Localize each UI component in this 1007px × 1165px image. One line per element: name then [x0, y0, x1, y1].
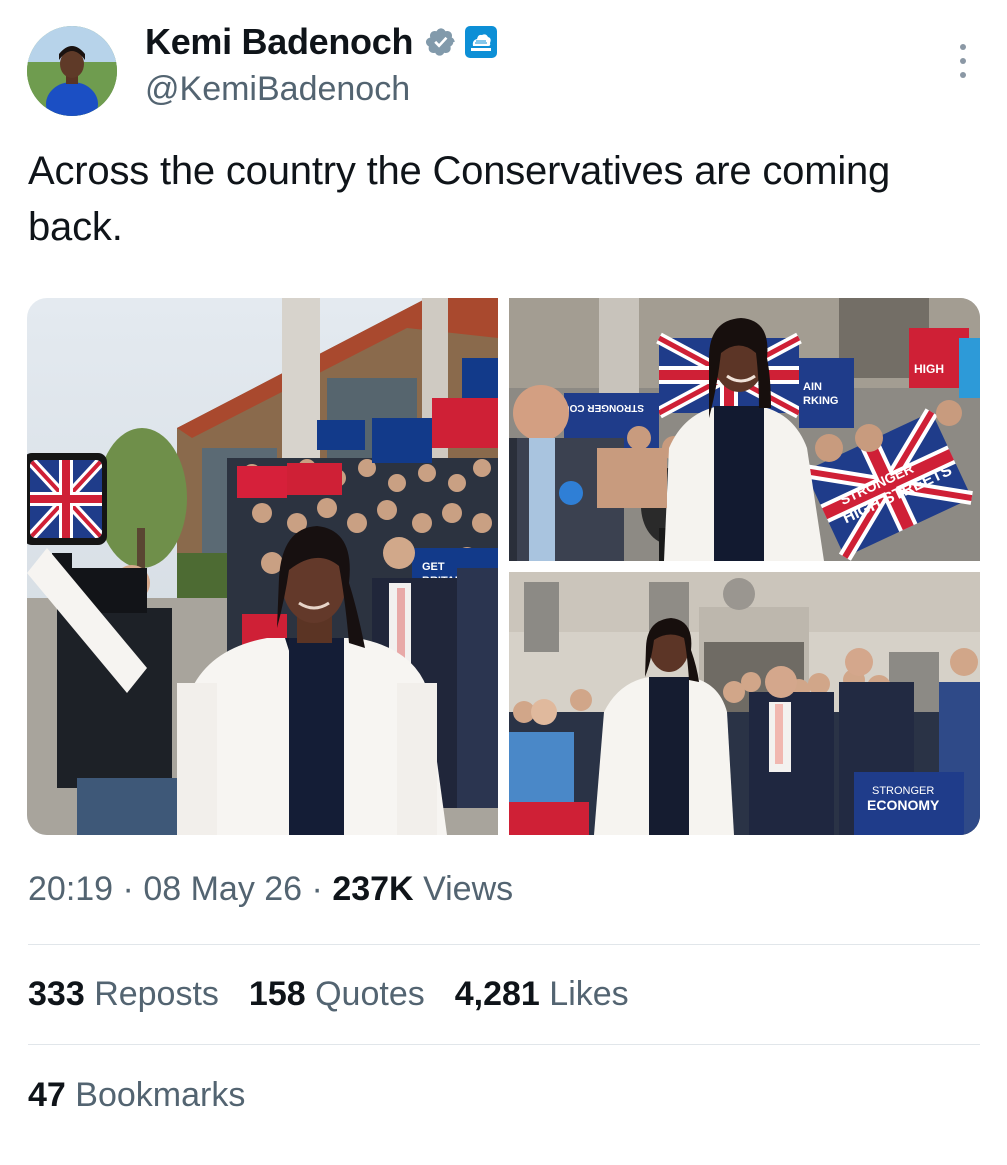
views-count: 237K — [332, 870, 414, 908]
bookmarks-label: Bookmarks — [75, 1076, 246, 1114]
conservative-tree-icon[interactable] — [465, 26, 498, 58]
quotes-label: Quotes — [315, 975, 425, 1013]
reposts-count: 333 — [28, 975, 85, 1013]
avatar-portrait — [27, 26, 117, 116]
tweet-time[interactable]: 20:19 — [28, 870, 113, 908]
more-options-icon[interactable] — [954, 44, 972, 78]
engagement-stats: 333 Reposts 158 Quotes 4,281 Likes — [28, 975, 659, 1014]
bookmarks-stat[interactable]: 47 Bookmarks — [28, 1076, 245, 1115]
avatar[interactable] — [27, 26, 117, 116]
bookmarks-count: 47 — [28, 1076, 66, 1114]
tree-logo-icon — [471, 34, 492, 51]
likes-label: Likes — [549, 975, 629, 1013]
svg-text:GET: GET — [422, 561, 445, 573]
meta-separator: · — [311, 870, 323, 908]
group-outside-building-photo[interactable]: STRONGER ECONOMY — [509, 572, 980, 835]
likes-count: 4,281 — [454, 975, 540, 1013]
verified-badge-icon[interactable] — [425, 26, 457, 58]
svg-text:STRONGER: STRONGER — [872, 785, 934, 797]
tweet-meta: 20:19 · 08 May 26 · 237K Views — [28, 870, 513, 909]
author-handle[interactable]: @KemiBadenoch — [145, 70, 410, 109]
media-grid: GET BRITAIN WORKING — [27, 298, 980, 835]
selfie-with-supporters-photo[interactable]: GET BRITAIN WORKING — [27, 298, 498, 835]
svg-text:HIGH: HIGH — [914, 362, 944, 376]
quotes-count: 158 — [248, 975, 306, 1013]
quotes-stat[interactable]: 158 Quotes — [249, 975, 425, 1014]
interview-with-union-flags-photo[interactable]: STRONGER COUNTRY AIN RKING HIGH STRONGER… — [509, 298, 980, 561]
svg-text:RKING: RKING — [803, 395, 838, 407]
views-label: Views — [423, 870, 514, 908]
meta-separator: · — [122, 870, 134, 908]
divider — [28, 944, 980, 945]
svg-text:AIN: AIN — [803, 381, 822, 393]
svg-text:ECONOMY: ECONOMY — [867, 797, 940, 813]
reposts-stat[interactable]: 333 Reposts — [28, 975, 219, 1014]
tweet-date[interactable]: 08 May 26 — [143, 870, 302, 908]
author-name-row: Kemi Badenoch — [145, 20, 498, 64]
likes-stat[interactable]: 4,281 Likes — [455, 975, 629, 1014]
divider — [28, 1044, 980, 1045]
reposts-label: Reposts — [94, 975, 219, 1013]
tweet-text: Across the country the Conservatives are… — [28, 149, 891, 249]
author-name[interactable]: Kemi Badenoch — [145, 21, 413, 63]
